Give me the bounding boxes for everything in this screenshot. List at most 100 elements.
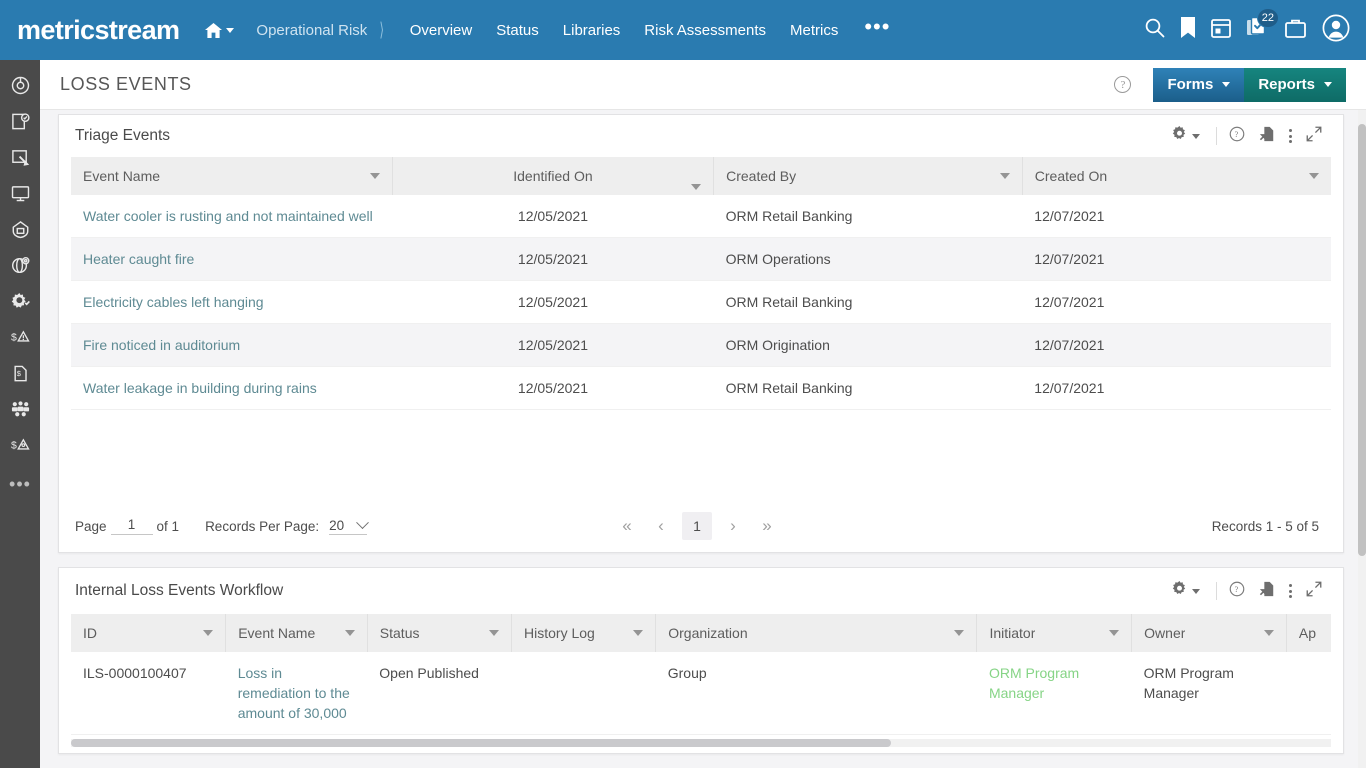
kebab-menu-icon: [1289, 584, 1292, 598]
export-button[interactable]: [1252, 125, 1282, 147]
column-header-event-name[interactable]: Event Name: [71, 157, 393, 195]
chevron-down-icon[interactable]: [489, 630, 500, 636]
settings-gear-button[interactable]: [1165, 125, 1211, 147]
created-on-cell: 12/07/2021: [1034, 208, 1105, 224]
event-name-link[interactable]: Water leakage in building during rains: [83, 380, 317, 396]
created-on-cell: 12/07/2021: [1034, 294, 1105, 310]
event-name-link[interactable]: Loss in remediation to the amount of 30,…: [238, 665, 350, 721]
initiator-link[interactable]: ORM Program Manager: [989, 665, 1079, 701]
calendar-icon[interactable]: [1211, 17, 1231, 43]
tasks-icon[interactable]: 22: [1247, 8, 1279, 43]
panel-kebab-menu-button[interactable]: [1282, 125, 1299, 147]
column-header-event-name[interactable]: Event Name: [225, 614, 368, 652]
first-page-button[interactable]: «: [614, 516, 640, 536]
settings-gear-button[interactable]: [1165, 580, 1211, 602]
panel-expand-button[interactable]: [1299, 125, 1329, 147]
column-header-id[interactable]: ID: [71, 614, 227, 652]
brand-logo[interactable]: metricstream: [17, 15, 180, 46]
workflow-horizontal-scrollbar[interactable]: [71, 739, 1331, 747]
workflow-horizontal-scroll-thumb[interactable]: [71, 739, 891, 747]
sidebar-item-money-document[interactable]: $: [0, 358, 40, 394]
created-by-cell: ORM Operations: [725, 251, 831, 267]
next-page-button[interactable]: ›: [720, 516, 746, 536]
chevron-down-icon[interactable]: [954, 630, 965, 636]
breadcrumb-operational-risk[interactable]: Operational Risk ⟩: [256, 19, 385, 42]
panel-kebab-menu-button[interactable]: [1282, 580, 1299, 602]
records-per-page-select[interactable]: 20: [329, 515, 370, 535]
nav-item-status[interactable]: Status: [496, 22, 539, 39]
reports-button[interactable]: Reports: [1244, 67, 1346, 102]
event-name-link[interactable]: Electricity cables left hanging: [83, 294, 264, 310]
column-header-identified-on[interactable]: Identified On: [392, 157, 715, 195]
table-row[interactable]: Fire noticed in auditorium 12/05/2021 OR…: [71, 323, 1331, 367]
nav-item-risk-assessments[interactable]: Risk Assessments: [644, 22, 766, 39]
nav-item-metrics[interactable]: Metrics: [790, 22, 838, 39]
chevron-down-icon[interactable]: [1263, 630, 1274, 636]
column-header-created-on[interactable]: Created On: [1022, 157, 1331, 195]
reports-button-label: Reports: [1258, 76, 1315, 93]
chevron-down-icon[interactable]: [1109, 630, 1120, 636]
sidebar-item-target[interactable]: [0, 70, 40, 106]
column-header-organization[interactable]: Organization: [655, 614, 978, 652]
page-vertical-scroll-thumb[interactable]: [1358, 124, 1366, 556]
chevron-down-icon: [226, 27, 235, 33]
created-by-cell: ORM Retail Banking: [725, 208, 853, 224]
sidebar-more-icon[interactable]: •••: [9, 466, 31, 493]
chevron-down-icon[interactable]: [1309, 173, 1319, 179]
event-name-link[interactable]: Fire noticed in auditorium: [83, 337, 240, 353]
sidebar-item-shield-home[interactable]: [0, 214, 40, 250]
event-name-link[interactable]: Heater caught fire: [83, 251, 194, 267]
column-header-initiator[interactable]: Initiator: [976, 614, 1133, 652]
monitor-icon: [11, 184, 30, 208]
sidebar-item-globe-gear[interactable]: [0, 250, 40, 286]
panel-expand-button[interactable]: [1299, 580, 1329, 602]
table-row[interactable]: ILS-0000100407 Loss in remediation to th…: [71, 652, 1331, 735]
column-label: Event Name: [238, 625, 316, 641]
help-icon[interactable]: ?: [1114, 76, 1132, 93]
table-row[interactable]: Water leakage in building during rains 1…: [71, 367, 1331, 410]
workflow-toolbar: ?: [1165, 580, 1329, 602]
export-button[interactable]: [1252, 580, 1282, 602]
chevron-down-icon[interactable]: [344, 630, 355, 636]
triage-events-table-wrap: Event Name Identified On Created By Crea…: [59, 157, 1343, 500]
event-name-link[interactable]: Water cooler is rusting and not maintain…: [83, 208, 373, 224]
chevron-down-icon[interactable]: [999, 173, 1010, 179]
last-page-button[interactable]: »: [754, 516, 780, 536]
chevron-down-icon[interactable]: [203, 630, 214, 636]
sidebar-item-risk-people[interactable]: $: [0, 430, 40, 466]
table-row[interactable]: Heater caught fire 12/05/2021 ORM Operat…: [71, 237, 1331, 281]
table-row[interactable]: Water cooler is rusting and not maintain…: [71, 195, 1331, 238]
nav-more-icon[interactable]: •••: [864, 16, 890, 38]
page-number-1-button[interactable]: 1: [682, 512, 712, 540]
column-header-owner[interactable]: Owner: [1131, 614, 1287, 652]
sidebar-item-monitor[interactable]: [0, 178, 40, 214]
sidebar-item-gear-check[interactable]: [0, 286, 40, 322]
chevron-down-icon[interactable]: [633, 630, 644, 636]
nav-item-libraries[interactable]: Libraries: [563, 22, 621, 39]
column-header-status[interactable]: Status: [367, 614, 513, 652]
column-header-history-log[interactable]: History Log: [511, 614, 657, 652]
home-menu-button[interactable]: [205, 22, 235, 38]
user-avatar-icon[interactable]: [1322, 14, 1350, 47]
sidebar-item-tag[interactable]: [0, 142, 40, 178]
identified-on-cell: 12/05/2021: [517, 208, 588, 224]
panel-help-button[interactable]: ?: [1222, 580, 1252, 602]
sidebar-item-people-group[interactable]: [0, 394, 40, 430]
sidebar-item-risk-alert[interactable]: $: [0, 322, 40, 358]
column-header-approver[interactable]: Ap: [1286, 614, 1331, 652]
chevron-down-icon[interactable]: [691, 184, 702, 190]
id-cell: ILS-0000100407: [83, 665, 187, 681]
page-vertical-scrollbar[interactable]: [1358, 110, 1366, 768]
panel-help-button[interactable]: ?: [1222, 125, 1252, 147]
table-row[interactable]: Electricity cables left hanging 12/05/20…: [71, 281, 1331, 324]
column-header-created-by[interactable]: Created By: [713, 157, 1023, 195]
sidebar-item-document-check[interactable]: [0, 106, 40, 142]
bookmark-icon[interactable]: [1181, 17, 1195, 43]
briefcase-icon[interactable]: [1285, 18, 1306, 43]
forms-button[interactable]: Forms: [1153, 67, 1245, 102]
chevron-down-icon[interactable]: [369, 173, 380, 179]
page-number-input[interactable]: [110, 517, 153, 535]
search-icon[interactable]: [1144, 17, 1165, 43]
prev-page-button[interactable]: ‹: [648, 516, 674, 536]
nav-item-overview[interactable]: Overview: [410, 22, 473, 39]
